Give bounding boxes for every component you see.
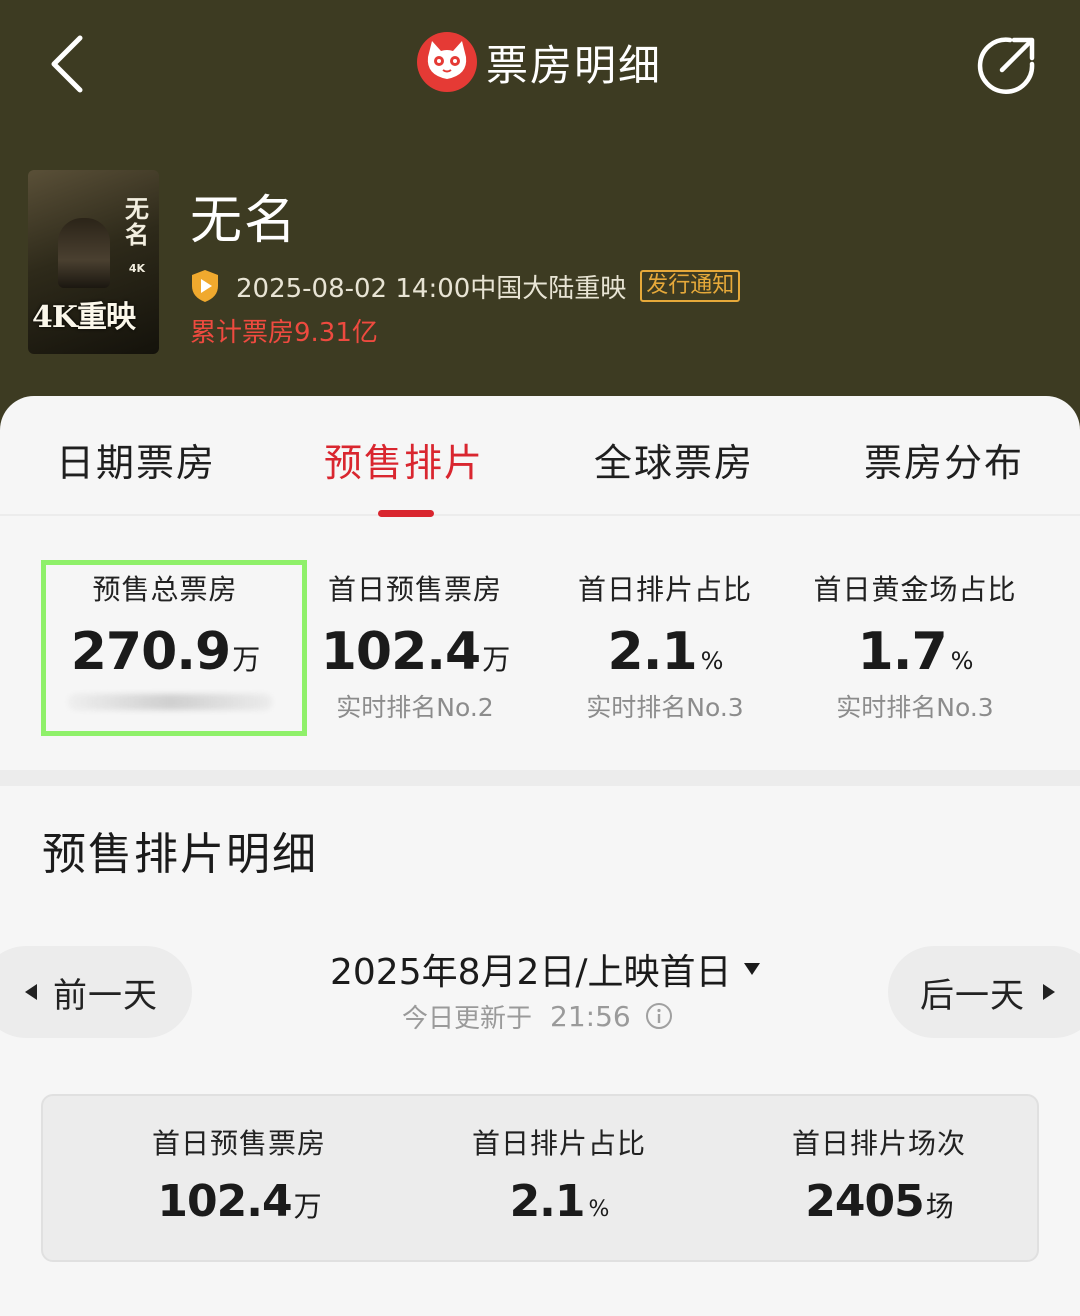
triangle-right-icon (1043, 984, 1055, 1000)
stat-rank: 实时排名No.3 (836, 693, 994, 722)
back-button[interactable] (40, 30, 100, 96)
summary-unit: % (588, 1197, 610, 1222)
stat-number: 102.4 (320, 622, 481, 682)
update-time: 21:56 (550, 999, 631, 1033)
summary-number: 2.1 (509, 1176, 586, 1227)
movie-title: 无名 (190, 191, 299, 251)
summary-value: 102.4万 (99, 1176, 379, 1227)
stat-value: 1.7% (790, 622, 1040, 682)
stat-value: 270.9万 (40, 622, 290, 682)
tab-presale-schedule[interactable]: 预售排片 (324, 432, 484, 487)
cumulative-box-office: 累计票房9.31亿 (190, 318, 378, 348)
active-tab-indicator (378, 510, 434, 517)
stat-number: 1.7 (857, 622, 948, 682)
section-title: 预售排片明细 (42, 829, 318, 880)
summary-first-day-schedule-share: 首日排片占比 2.1% (419, 1096, 699, 1227)
update-info: 今日更新于 21:56 (402, 996, 673, 1036)
stat-number: 270.9 (70, 622, 231, 682)
page-title: 票房明细 (486, 40, 663, 90)
stat-total-presale[interactable]: 预售总票房 270.9万 (40, 520, 290, 682)
summary-label: 首日排片场次 (791, 1127, 966, 1160)
stat-number: 2.1 (607, 622, 698, 682)
stat-label: 首日排片占比 (577, 573, 752, 606)
tab-bar: 日期票房 预售排片 全球票房 票房分布 (0, 396, 1080, 517)
title-group: 票房明细 (416, 30, 662, 94)
movie-info: 无名 4K 4K重映 无名 2025-08-02 14:00中国大陆重映 发行通… (0, 160, 1080, 380)
summary-unit: 万 (293, 1190, 322, 1223)
tab-box-office-distribution[interactable]: 票房分布 (864, 432, 1024, 487)
triangle-left-icon (25, 984, 37, 1000)
poster-4k-label: 4K (128, 262, 145, 275)
stat-unit: 万 (232, 643, 260, 676)
stat-unit: % (700, 647, 724, 675)
prev-day-label: 前一天 (53, 975, 158, 1016)
summary-unit: 场 (925, 1190, 954, 1223)
day-navigator: 前一天 2025年8月2日/上映首日 今日更新于 21:56 后一天 (0, 942, 1080, 1038)
top-bar: 票房明细 (0, 0, 1080, 130)
section-divider (0, 770, 1080, 786)
movie-poster[interactable]: 无名 4K 4K重映 (28, 170, 159, 354)
stat-unit: % (950, 647, 974, 675)
shield-icon (192, 270, 218, 302)
summary-number: 2405 (805, 1176, 924, 1227)
summary-panel: 首日预售票房 102.4万 首日排片占比 2.1% 首日排片场次 2405场 (41, 1094, 1039, 1262)
tab-global-box-office[interactable]: 全球票房 (594, 432, 754, 487)
stat-label: 预售总票房 (92, 573, 238, 606)
stat-rank: 实时排名No.2 (336, 693, 494, 722)
stat-label: 首日预售票房 (327, 573, 502, 606)
stat-value: 102.4万 (290, 622, 540, 682)
chevron-left-icon (51, 35, 83, 93)
release-notice-badge[interactable]: 发行通知 (640, 270, 741, 302)
update-label: 今日更新于 (402, 1003, 533, 1034)
poster-figure (58, 218, 110, 288)
summary-label: 首日预售票房 (151, 1127, 326, 1160)
cat-logo-icon (417, 32, 477, 92)
info-icon[interactable] (645, 1002, 673, 1030)
next-day-label: 后一天 (920, 975, 1025, 1016)
summary-label: 首日排片占比 (471, 1127, 646, 1160)
content-card: 日期票房 预售排片 全球票房 票房分布 预售总票房 270.9万 首日预售票房 … (0, 396, 1080, 1316)
summary-value: 2.1% (419, 1176, 699, 1227)
stat-first-day-schedule-share[interactable]: 首日排片占比 2.1% 实时排名No.3 (540, 520, 790, 724)
release-row: 2025-08-02 14:00中国大陆重映 发行通知 (190, 268, 741, 304)
summary-value: 2405场 (739, 1176, 1019, 1227)
poster-tag: 4K重映 (32, 300, 136, 335)
date-dropdown[interactable]: 2025年8月2日/上映首日 (330, 942, 760, 996)
stat-label: 首日黄金场占比 (813, 573, 1017, 606)
summary-number: 102.4 (157, 1176, 292, 1227)
stat-value: 2.1% (540, 622, 790, 682)
stat-first-day-golden-share[interactable]: 首日黄金场占比 1.7% 实时排名No.3 (790, 520, 1040, 724)
poster-title: 无名 (125, 194, 149, 249)
selected-date: 2025年8月2日/上映首日 (330, 952, 732, 993)
summary-first-day-screenings: 首日排片场次 2405场 (739, 1096, 1019, 1227)
tab-daily-box-office[interactable]: 日期票房 (56, 432, 216, 487)
share-button[interactable] (972, 32, 1040, 98)
caret-down-icon (743, 963, 760, 975)
next-day-button[interactable]: 后一天 (888, 946, 1080, 1038)
summary-first-day-presale: 首日预售票房 102.4万 (99, 1096, 379, 1227)
prev-day-button[interactable]: 前一天 (0, 946, 192, 1038)
stat-first-day-presale[interactable]: 首日预售票房 102.4万 实时排名No.2 (290, 520, 540, 724)
share-icon (977, 37, 1035, 94)
release-info: 2025-08-02 14:00中国大陆重映 (236, 273, 627, 304)
stats-row: 预售总票房 270.9万 首日预售票房 102.4万 实时排名No.2 首日排片… (0, 520, 1080, 768)
stat-rank: 实时排名No.3 (586, 693, 744, 722)
stat-unit: 万 (482, 643, 510, 676)
blurred-rank (68, 694, 272, 710)
page: 票房明细 无名 4K 4K重映 无名 2025-08-02 14:00中国大陆重… (0, 0, 1080, 1316)
